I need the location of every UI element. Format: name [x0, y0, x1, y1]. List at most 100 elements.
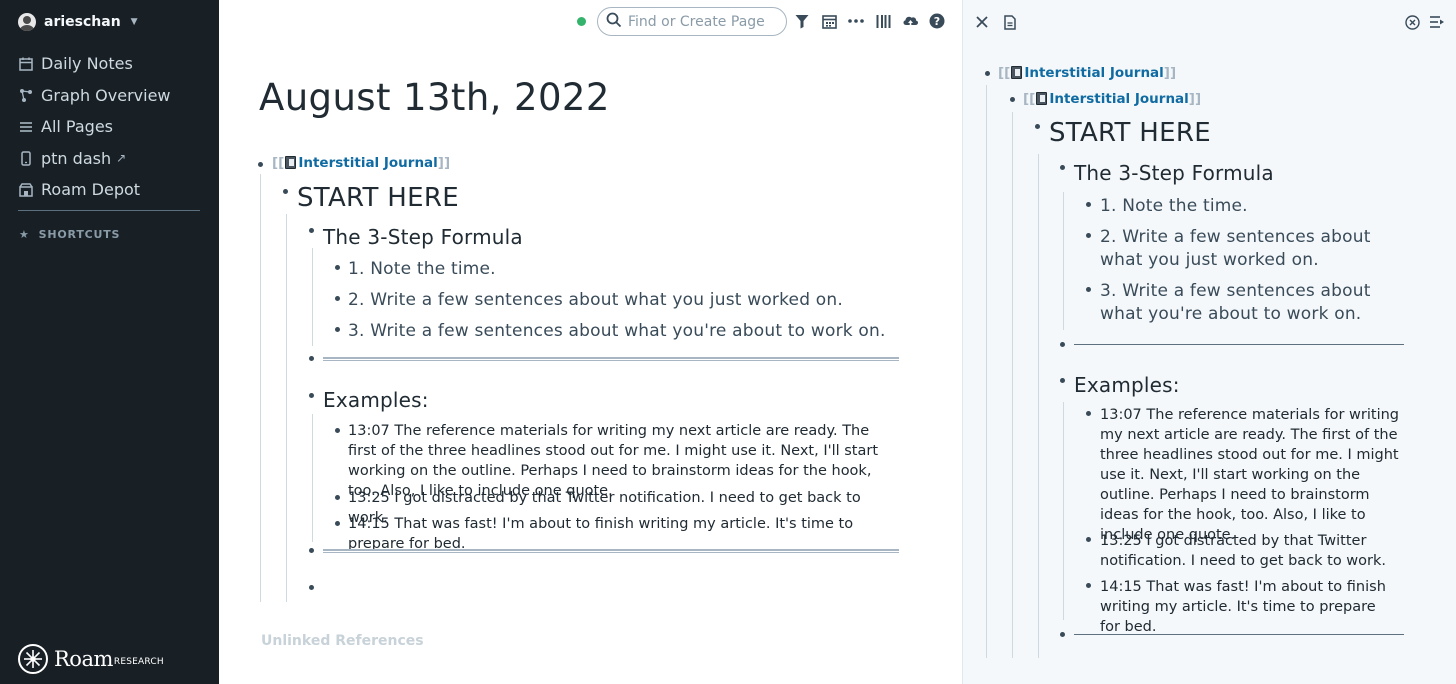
left-sidebar: arieschan ▼ Daily Notes Graph Overview A…: [0, 0, 219, 684]
block-bullet[interactable]: [335, 521, 340, 526]
step-text: 2. Write a few sentences about what you …: [348, 290, 843, 310]
svg-text:?: ?: [934, 15, 940, 28]
block-bullet[interactable]: [1086, 583, 1091, 588]
mobile-icon: [18, 151, 33, 166]
ref-bracket-close: ]]: [1188, 91, 1202, 107]
more-icon[interactable]: [847, 11, 865, 31]
block-bullet[interactable]: [335, 265, 340, 270]
block-bullet[interactable]: [1010, 97, 1015, 102]
right-sidebar-panel: [[Interstitial Journal]] [[Interstitial …: [962, 0, 1456, 684]
sidebar-item-graph-overview[interactable]: Graph Overview: [18, 80, 208, 112]
block-bullet[interactable]: [335, 327, 340, 332]
sidebar-toggle-icon[interactable]: [874, 11, 892, 31]
block-example-3[interactable]: 14:15 That was fast! I'm about to finish…: [1100, 577, 1400, 637]
block-bullet[interactable]: [309, 228, 314, 233]
example-text: 14:15 That was fast! I'm about to finish…: [1100, 579, 1386, 635]
external-link-icon: ↗: [116, 151, 127, 166]
calendar-icon[interactable]: [820, 11, 838, 31]
block-step-2[interactable]: 2. Write a few sentences about what you …: [348, 290, 843, 310]
block-bullet[interactable]: [1035, 124, 1040, 129]
block-example-2[interactable]: 13:25 I got distracted by that Twitter n…: [1100, 531, 1390, 571]
block-examples[interactable]: Examples:: [323, 388, 429, 412]
ref-label: Interstitial Journal: [298, 155, 438, 171]
book-icon: [285, 156, 297, 169]
sidebar-item-roam-depot[interactable]: Roam Depot: [18, 174, 208, 206]
block-bullet[interactable]: [985, 71, 990, 76]
toolbar-icons: ?: [793, 11, 946, 31]
indent-guide: [986, 85, 987, 658]
sync-cloud-icon[interactable]: [901, 11, 919, 31]
page-reference-block[interactable]: [[Interstitial Journal]]: [1023, 91, 1201, 107]
example-text: 13:25 I got distracted by that Twitter n…: [1100, 533, 1387, 569]
sidebar-item-ptn-dash[interactable]: ptn dash ↗: [18, 143, 208, 175]
block-formula[interactable]: The 3-Step Formula: [1074, 161, 1274, 185]
block-bullet[interactable]: [1060, 342, 1065, 347]
block-bullet[interactable]: [1086, 202, 1091, 207]
block-step-2[interactable]: 2. Write a few sentences about what you …: [1100, 226, 1400, 272]
step-text: 2. Write a few sentences about what you …: [1100, 227, 1371, 270]
graph-icon: [18, 88, 33, 103]
page-reference-link[interactable]: [[Interstitial Journal]]: [998, 65, 1176, 81]
block-bullet[interactable]: [335, 495, 340, 500]
block-bullet[interactable]: [1060, 378, 1065, 383]
block-bullet[interactable]: [309, 356, 314, 361]
user-menu[interactable]: arieschan ▼: [18, 12, 138, 32]
block-step-3[interactable]: 3. Write a few sentences about what you'…: [1100, 280, 1400, 326]
unlinked-references-toggle[interactable]: Unlinked References: [261, 633, 424, 649]
block-example-1[interactable]: 13:07 The reference materials for writin…: [1100, 405, 1410, 545]
page-reference-block[interactable]: [[Interstitial Journal]]: [998, 65, 1176, 81]
help-icon[interactable]: ?: [928, 11, 946, 31]
block-bullet[interactable]: [309, 393, 314, 398]
page-reference-link[interactable]: [[Interstitial Journal]]: [1023, 91, 1201, 107]
close-icon[interactable]: [973, 12, 991, 32]
roam-logo-icon: [18, 644, 48, 674]
block-bullet[interactable]: [1086, 411, 1091, 416]
horizontal-rule: [1074, 634, 1404, 635]
close-all-icon[interactable]: [1403, 12, 1421, 32]
block-bullet[interactable]: [283, 189, 288, 194]
empty-block-bullet[interactable]: [309, 585, 314, 590]
book-icon: [1036, 92, 1048, 105]
ref-label: Interstitial Journal: [1049, 91, 1189, 107]
sidebar-item-daily-notes[interactable]: Daily Notes: [18, 48, 208, 80]
indent-guide: [1038, 154, 1039, 658]
sidebar-item-label: Graph Overview: [41, 85, 171, 105]
heading-formula: The 3-Step Formula: [323, 225, 523, 249]
block-bullet[interactable]: [1060, 165, 1065, 170]
step-text: 3. Write a few sentences about what you'…: [348, 321, 886, 341]
block-start-here[interactable]: START HERE: [1049, 118, 1211, 148]
block-bullet[interactable]: [1086, 233, 1091, 238]
search-box[interactable]: [597, 7, 787, 36]
block-bullet[interactable]: [309, 548, 314, 553]
sidebar-item-all-pages[interactable]: All Pages: [18, 111, 208, 143]
heading-examples: Examples:: [323, 388, 429, 412]
block-start-here[interactable]: START HERE: [297, 183, 459, 213]
heading-start-here: START HERE: [297, 183, 459, 213]
block-example-3[interactable]: 14:15 That was fast! I'm about to finish…: [348, 514, 903, 554]
search-icon: [606, 12, 622, 32]
filter-icon[interactable]: [793, 11, 811, 31]
step-text: 1. Note the time.: [1100, 196, 1248, 216]
collapse-panel-icon[interactable]: [1428, 12, 1446, 32]
block-bullet[interactable]: [335, 296, 340, 301]
block-step-1[interactable]: 1. Note the time.: [1100, 195, 1248, 218]
page-reference-link[interactable]: [[Interstitial Journal]]: [272, 155, 450, 171]
search-input[interactable]: [628, 13, 778, 30]
horizontal-rule: [323, 549, 899, 553]
page-icon[interactable]: [1001, 12, 1019, 32]
main-page: August 13th, 2022 [[Interstitial Journal…: [219, 42, 962, 684]
block-bullet[interactable]: [1086, 537, 1091, 542]
block-examples[interactable]: Examples:: [1074, 373, 1180, 397]
block-step-1[interactable]: 1. Note the time.: [348, 259, 496, 279]
block-bullet[interactable]: [1086, 287, 1091, 292]
block-step-3[interactable]: 3. Write a few sentences about what you'…: [348, 321, 886, 341]
indent-guide: [260, 174, 261, 602]
block-formula[interactable]: The 3-Step Formula: [323, 225, 523, 249]
logo-wordmark: Roam: [54, 647, 113, 671]
ref-bracket-open: [[: [998, 65, 1011, 81]
block-bullet[interactable]: [335, 428, 340, 433]
block-bullet[interactable]: [1060, 632, 1065, 637]
page-title[interactable]: August 13th, 2022: [259, 76, 610, 119]
page-reference-block[interactable]: [[Interstitial Journal]]: [272, 155, 450, 171]
block-bullet[interactable]: [258, 162, 263, 167]
